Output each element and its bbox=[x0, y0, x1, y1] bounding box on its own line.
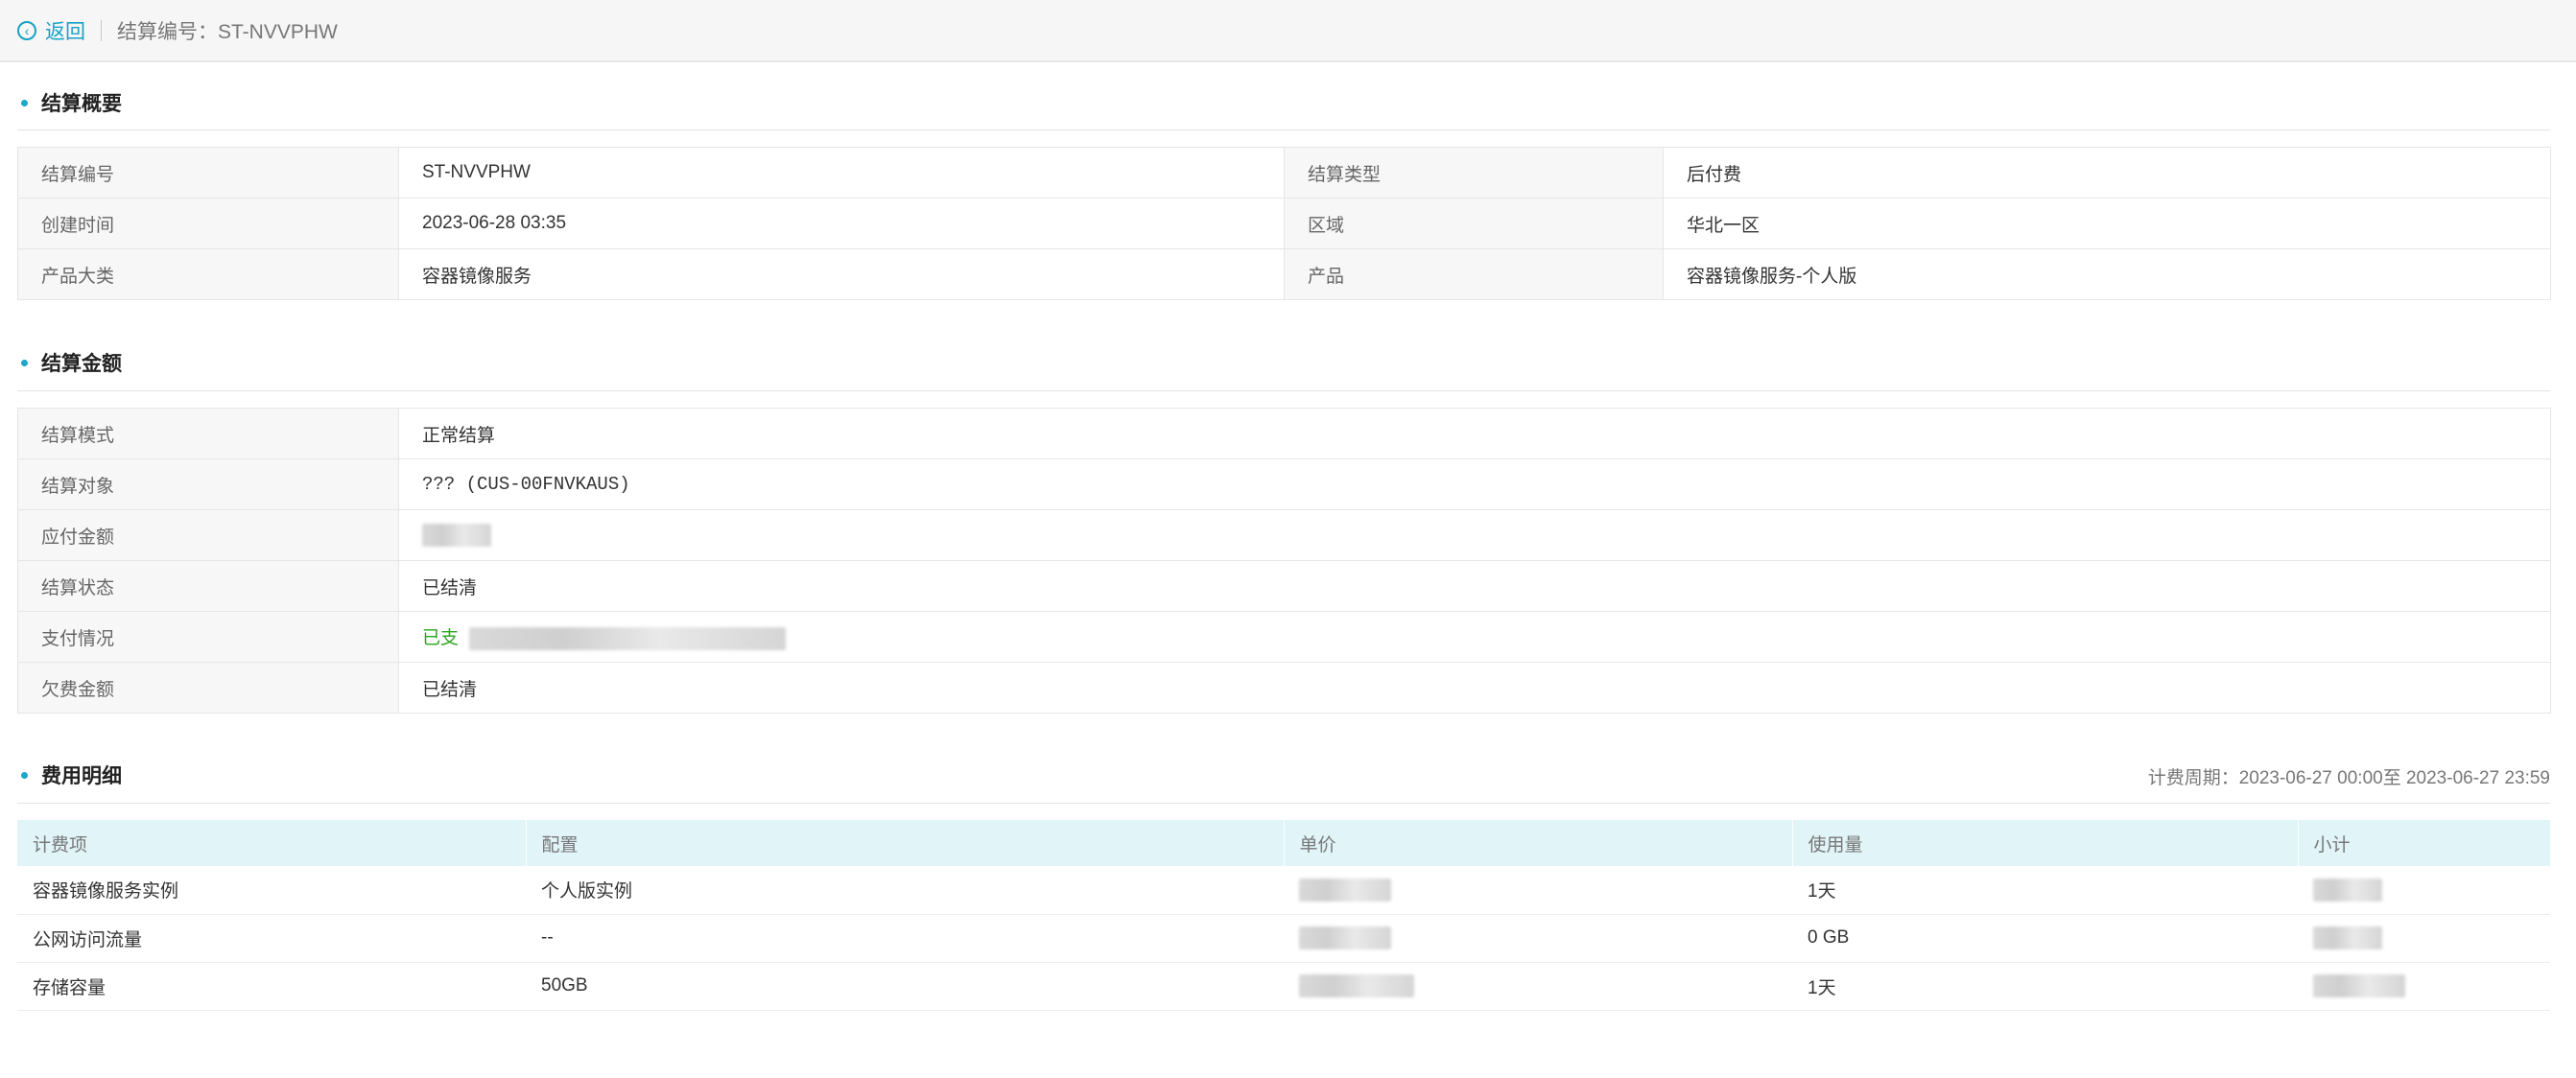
fee-item: 存储容量 bbox=[17, 962, 526, 1011]
section-title-amount: 结算金额 bbox=[21, 348, 122, 377]
field-label: 结算状态 bbox=[17, 560, 399, 612]
overview-table: 结算编号 ST-NVVPHW 结算类型 后付费 创建时间 2023-06-28 … bbox=[17, 147, 2551, 300]
fee-usage: 1天 bbox=[1792, 962, 2298, 1011]
section-title-overview: 结算概要 bbox=[21, 88, 122, 117]
column-header: 小计 bbox=[2297, 820, 2550, 866]
redacted-value bbox=[469, 626, 787, 650]
field-value: 容器镜像服务-个人版 bbox=[1663, 248, 2551, 300]
table-row: 结算模式 正常结算 bbox=[17, 408, 2551, 459]
section-divider bbox=[17, 390, 2550, 391]
field-value: 华北一区 bbox=[1663, 198, 2551, 249]
redacted-value bbox=[1299, 974, 1414, 997]
fee-config: 50GB bbox=[526, 962, 1284, 1011]
column-header: 单价 bbox=[1283, 820, 1792, 866]
redacted-value bbox=[2313, 974, 2405, 997]
field-label: 应付金额 bbox=[17, 509, 399, 561]
fee-item: 容器镜像服务实例 bbox=[17, 866, 526, 915]
fee-detail-table: 计费项 配置 单价 使用量 小计 容器镜像服务实例 个人版实例 1天 公网访问流… bbox=[17, 820, 2550, 1011]
table-row: 公网访问流量 -- 0 GB bbox=[17, 914, 2550, 963]
bullet-dot-icon bbox=[21, 99, 28, 106]
field-label: 结算类型 bbox=[1284, 147, 1664, 199]
field-label: 创建时间 bbox=[17, 198, 399, 249]
unit-price-cell bbox=[1284, 866, 1792, 915]
bullet-dot-icon bbox=[21, 359, 28, 366]
settlement-target-value: ??? (CUS-00FNVKAUS) bbox=[398, 458, 2551, 510]
back-label: 返回 bbox=[45, 20, 85, 43]
field-label: 结算模式 bbox=[17, 408, 399, 459]
fee-usage: 0 GB bbox=[1792, 914, 2298, 963]
redacted-value bbox=[1299, 926, 1391, 949]
fee-config: 个人版实例 bbox=[526, 866, 1284, 915]
table-row: 支付情况 已支 bbox=[17, 611, 2551, 663]
redacted-value bbox=[1299, 878, 1391, 902]
section-title-text: 费用明细 bbox=[41, 765, 122, 787]
payable-amount-value bbox=[398, 509, 2551, 561]
divider bbox=[101, 19, 102, 41]
field-label: 欠费金额 bbox=[17, 662, 399, 714]
arrears-value: 已结清 bbox=[398, 662, 2551, 714]
field-label: 结算对象 bbox=[17, 458, 399, 510]
top-bar: ‹ 返回 结算编号：ST-NVVPHW bbox=[0, 0, 2576, 62]
unit-price-cell bbox=[1284, 914, 1792, 963]
field-label: 区域 bbox=[1284, 198, 1664, 249]
section-title-details: 费用明细 bbox=[21, 761, 122, 789]
table-row: 容器镜像服务实例 个人版实例 1天 bbox=[17, 866, 2550, 915]
settlement-status-value: 已结清 bbox=[398, 560, 2551, 612]
amount-table: 结算模式 正常结算 结算对象 ??? (CUS-00FNVKAUS) 应付金额 … bbox=[17, 408, 2551, 714]
unit-price-cell bbox=[1284, 962, 1792, 1011]
field-value: ST-NVVPHW bbox=[398, 147, 1285, 199]
redacted-value bbox=[422, 524, 491, 547]
chevron-left-circle-icon: ‹ bbox=[17, 20, 36, 40]
column-header: 配置 bbox=[525, 820, 1284, 866]
fee-item: 公网访问流量 bbox=[17, 914, 526, 963]
settlement-mode-value: 正常结算 bbox=[398, 408, 2551, 459]
subtotal-cell bbox=[2298, 866, 2550, 915]
field-label: 产品大类 bbox=[17, 248, 399, 300]
back-button[interactable]: ‹ 返回 bbox=[17, 16, 85, 45]
fee-usage: 1天 bbox=[1792, 866, 2298, 915]
field-label: 支付情况 bbox=[17, 611, 399, 663]
column-header: 使用量 bbox=[1791, 820, 2298, 866]
table-row: 应付金额 bbox=[17, 509, 2551, 561]
field-value: 容器镜像服务 bbox=[398, 248, 1285, 300]
table-row: 结算状态 已结清 bbox=[17, 560, 2551, 612]
section-title-text: 结算概要 bbox=[41, 93, 122, 115]
table-row: 存储容量 50GB 1天 bbox=[17, 962, 2550, 1011]
column-header: 计费项 bbox=[17, 820, 526, 866]
fee-config: -- bbox=[526, 914, 1284, 963]
section-divider bbox=[17, 129, 2550, 130]
table-header-row: 计费项 配置 单价 使用量 小计 bbox=[17, 820, 2550, 866]
field-label: 结算编号 bbox=[17, 147, 399, 199]
payment-status-value: 已支 bbox=[422, 628, 460, 648]
table-row: 结算编号 ST-NVVPHW 结算类型 后付费 bbox=[17, 147, 2551, 199]
table-row: 欠费金额 已结清 bbox=[17, 662, 2551, 714]
field-label: 产品 bbox=[1284, 248, 1664, 300]
subtotal-cell bbox=[2298, 962, 2550, 1011]
payment-status-cell: 已支 bbox=[398, 611, 2551, 663]
field-value: 后付费 bbox=[1663, 147, 2551, 199]
settlement-code-title: 结算编号：ST-NVVPHW bbox=[117, 20, 338, 43]
subtotal-cell bbox=[2298, 914, 2550, 963]
field-value: 2023-06-28 03:35 bbox=[398, 198, 1285, 249]
section-title-text: 结算金额 bbox=[41, 353, 122, 375]
bullet-dot-icon bbox=[21, 771, 28, 779]
table-row: 产品大类 容器镜像服务 产品 容器镜像服务-个人版 bbox=[17, 248, 2551, 300]
table-row: 结算对象 ??? (CUS-00FNVKAUS) bbox=[17, 458, 2551, 510]
table-row: 创建时间 2023-06-28 03:35 区域 华北一区 bbox=[17, 198, 2551, 249]
redacted-value bbox=[2313, 878, 2382, 902]
section-divider bbox=[17, 803, 2550, 804]
billing-period: 计费周期：2023-06-27 00:00至 2023-06-27 23:59 bbox=[2147, 768, 2550, 788]
redacted-value bbox=[2313, 926, 2382, 949]
